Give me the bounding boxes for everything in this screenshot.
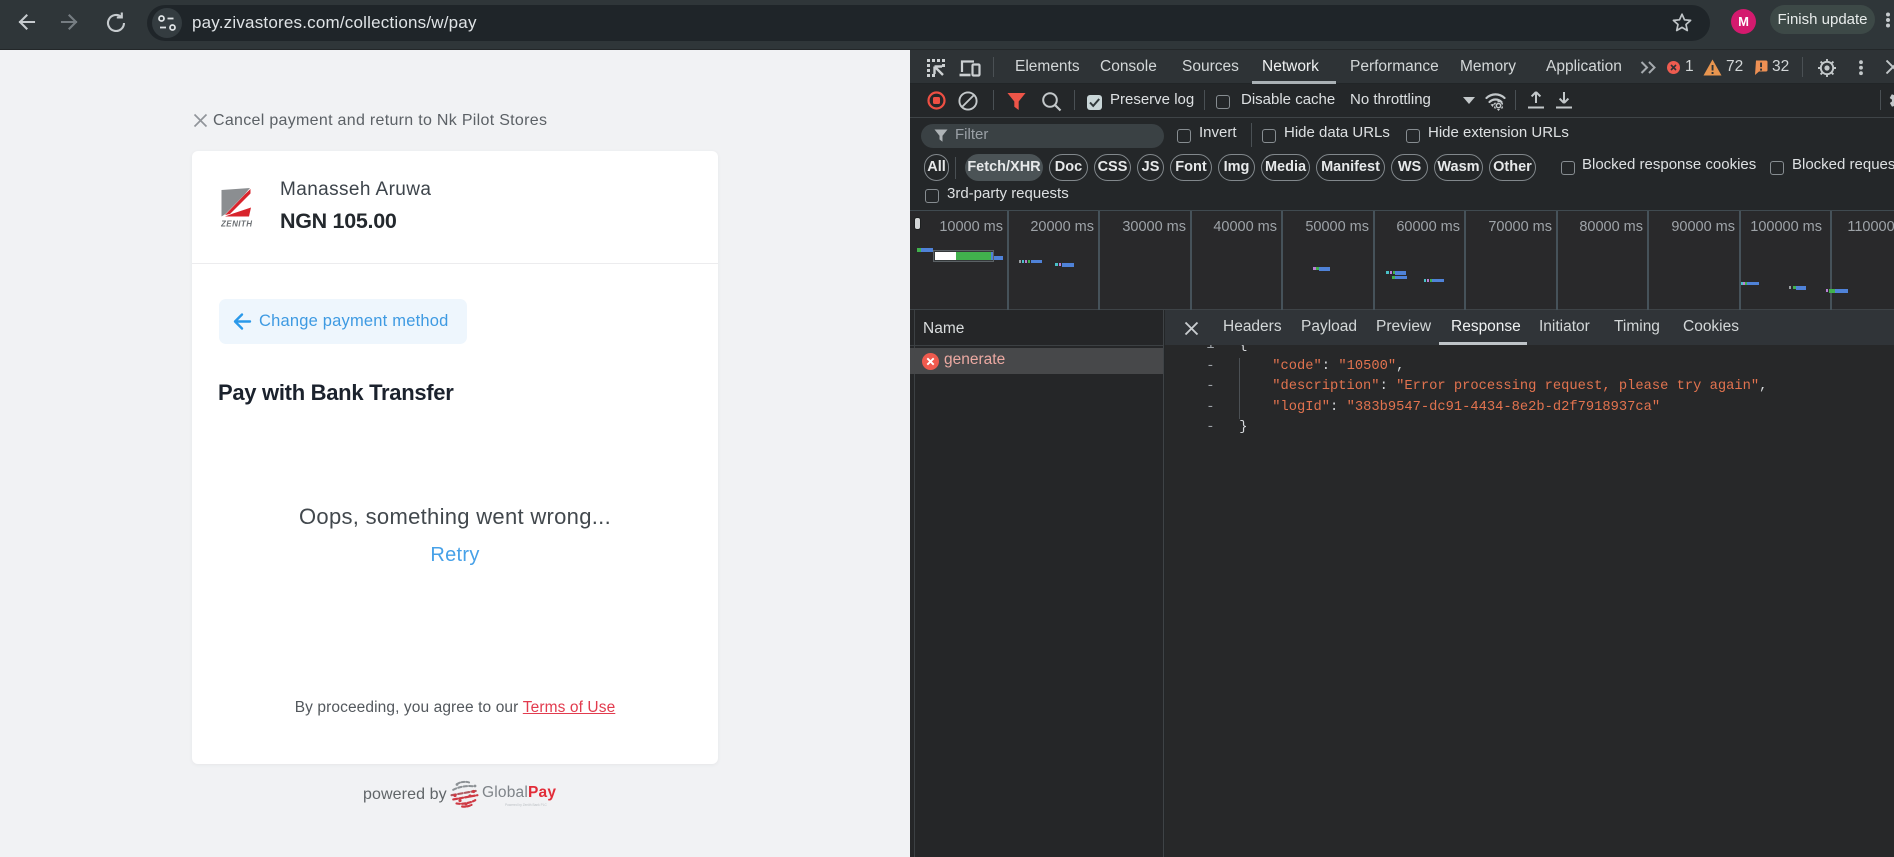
svg-text:ZENITH: ZENITH xyxy=(221,220,252,229)
